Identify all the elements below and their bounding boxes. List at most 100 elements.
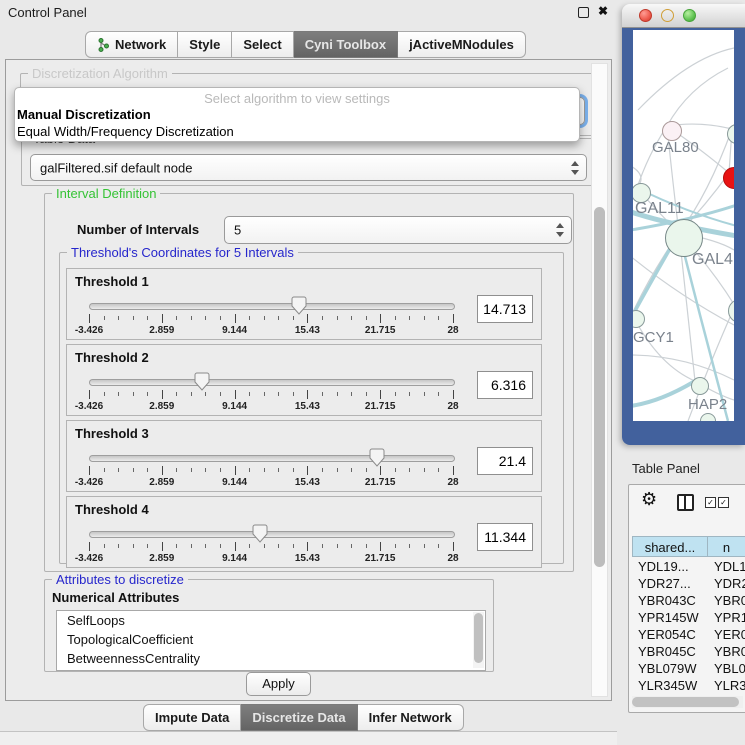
close-traffic-light-icon[interactable] bbox=[639, 9, 652, 22]
node-label-hap2: HAP2 bbox=[688, 396, 727, 413]
slider-ticks bbox=[89, 390, 453, 400]
tab-jactivemnodules-label: jActiveMNodules bbox=[409, 32, 514, 57]
control-panel-window: Control Panel ✖ Network Style Select bbox=[0, 0, 618, 732]
table-panel: ⚙ ✓ ✓ shared... n YDL19... YDL1 YDR27...Y… bbox=[628, 484, 745, 713]
tab-discretize-data[interactable]: Discretize Data bbox=[241, 704, 357, 731]
table-data-combobox[interactable]: galFiltered.sif default node bbox=[30, 154, 587, 181]
select-all-checkbox-icon[interactable]: ✓ bbox=[718, 497, 729, 508]
tab-impute-data-label: Impute Data bbox=[155, 705, 229, 730]
interval-definition-groupbox: Interval Definition Number of Intervals … bbox=[44, 193, 574, 572]
node-label-gal4: GAL4 bbox=[692, 251, 733, 269]
cell-name: YBR0 bbox=[714, 644, 745, 659]
table-rows: YDL19...YDL1 YDR27...YDR2 YBR043CYBR0 YP… bbox=[632, 559, 745, 705]
column-header-shared[interactable]: shared... bbox=[632, 536, 708, 557]
tab-discretize-data-label: Discretize Data bbox=[252, 705, 345, 730]
table-row[interactable]: YER054CYER0 bbox=[632, 627, 745, 644]
tab-jactivemnodules[interactable]: jActiveMNodules bbox=[398, 31, 526, 58]
attributes-groupbox: Attributes to discretize Numerical Attri… bbox=[44, 579, 494, 672]
cell-shared: YBR043C bbox=[638, 593, 696, 608]
threshold-3-slider[interactable]: -3.4262.8599.14415.4321.71528 bbox=[89, 449, 453, 489]
number-of-intervals-combobox[interactable]: 5 bbox=[224, 216, 572, 244]
attribute-item-topologicalcoefficient[interactable]: TopologicalCoefficient bbox=[57, 630, 485, 649]
slider-track[interactable] bbox=[89, 455, 455, 462]
threshold-1-slider[interactable]: -3.4262.8599.14415.4321.71528 bbox=[89, 297, 453, 337]
tab-network[interactable]: Network bbox=[85, 31, 178, 58]
table-row[interactable]: YDL19... YDL1 bbox=[632, 559, 745, 576]
algorithm-dropdown-popup: Select algorithm to view settings Manual… bbox=[14, 87, 580, 142]
control-panel-titlebar: Control Panel ✖ bbox=[0, 0, 617, 24]
combo-arrows-icon bbox=[556, 223, 565, 237]
cell-name: YPR1 bbox=[714, 610, 745, 625]
network-canvas[interactable]: GAL80 GA C GAL11 GAL4 GCY1 H HAP2 bbox=[633, 30, 734, 421]
table-row[interactable]: YBL079WYBL0 bbox=[632, 661, 745, 678]
threshold-4-value-input[interactable] bbox=[477, 523, 533, 551]
slider-tick-labels: -3.4262.8599.14415.4321.71528 bbox=[89, 325, 453, 337]
scrollbar-thumb[interactable] bbox=[594, 207, 605, 567]
threshold-1-label: Threshold 1 bbox=[75, 274, 149, 289]
tab-cyni-toolbox[interactable]: Cyni Toolbox bbox=[294, 31, 398, 58]
thresholds-groupbox: Threshold's Coordinates for 5 Intervals … bbox=[59, 252, 564, 564]
float-window-icon[interactable] bbox=[578, 7, 589, 18]
threshold-3-panel: Threshold 3 -3.4262.8599.14415.4321.7152… bbox=[66, 420, 542, 492]
table-row[interactable]: YBR045CYBR0 bbox=[632, 644, 745, 661]
threshold-2-slider[interactable]: -3.4262.8599.14415.4321.71528 bbox=[89, 373, 453, 413]
table-row[interactable]: YBR043CYBR0 bbox=[632, 593, 745, 610]
table-horizontal-scrollbar[interactable] bbox=[632, 696, 743, 708]
table-row[interactable]: YDR27...YDR2 bbox=[632, 576, 745, 593]
numerical-attributes-heading: Numerical Attributes bbox=[52, 590, 179, 605]
attribute-item-selfloops[interactable]: SelfLoops bbox=[57, 611, 485, 630]
cell-shared: YBL079W bbox=[638, 661, 697, 676]
slider-thumb[interactable] bbox=[252, 524, 268, 543]
algorithm-option-equal-width[interactable]: Equal Width/Frequency Discretization bbox=[15, 123, 579, 140]
attributes-list-scrollbar[interactable] bbox=[473, 612, 484, 668]
slider-thumb[interactable] bbox=[291, 296, 307, 315]
network-node-gal80[interactable] bbox=[662, 121, 682, 141]
cell-name: YDL1 bbox=[714, 559, 745, 574]
table-settings-gear-icon[interactable]: ⚙ bbox=[641, 489, 657, 510]
slider-ticks bbox=[89, 542, 453, 552]
select-columns-checkbox-icon[interactable]: ✓ bbox=[705, 497, 716, 508]
cell-shared: YPR145W bbox=[638, 610, 699, 625]
apply-button[interactable]: Apply bbox=[246, 672, 311, 696]
tab-impute-data[interactable]: Impute Data bbox=[143, 704, 241, 731]
column-header-name[interactable]: n bbox=[708, 536, 745, 557]
slider-ticks bbox=[89, 314, 453, 324]
slider-thumb[interactable] bbox=[369, 448, 385, 467]
table-panel-title: Table Panel bbox=[632, 461, 700, 476]
scrollbar-thumb[interactable] bbox=[632, 697, 739, 707]
threshold-4-label: Threshold 4 bbox=[75, 502, 149, 517]
threshold-2-value-input[interactable] bbox=[477, 371, 533, 399]
close-icon[interactable]: ✖ bbox=[598, 4, 608, 18]
slider-track[interactable] bbox=[89, 531, 455, 538]
network-node-hap2[interactable] bbox=[691, 377, 709, 395]
network-window-titlebar[interactable] bbox=[622, 4, 745, 28]
slider-thumb[interactable] bbox=[194, 372, 210, 391]
threshold-3-value-input[interactable] bbox=[477, 447, 533, 475]
control-panel-tabs: Network Style Select Cyni Toolbox jActiv… bbox=[85, 31, 526, 58]
slider-track[interactable] bbox=[89, 379, 455, 386]
table-row[interactable]: YPR145W YPR1 bbox=[632, 610, 745, 627]
column-layout-icon[interactable] bbox=[677, 494, 694, 511]
tab-style[interactable]: Style bbox=[178, 31, 232, 58]
slider-tick-labels: -3.4262.8599.14415.4321.71528 bbox=[89, 401, 453, 413]
algorithm-prompt: Select algorithm to view settings bbox=[15, 91, 579, 106]
cell-shared: YDL19... bbox=[638, 559, 689, 574]
numerical-attributes-list[interactable]: SelfLoops TopologicalCoefficient Between… bbox=[56, 610, 486, 671]
panel-vertical-scrollbar[interactable] bbox=[591, 63, 608, 697]
network-desktop: GAL80 GA C GAL11 GAL4 GCY1 H HAP2 bbox=[622, 28, 745, 445]
slider-track[interactable] bbox=[89, 303, 455, 310]
cell-name: YLR3 bbox=[714, 678, 745, 693]
threshold-4-slider[interactable]: -3.4262.8599.14415.4321.71528 bbox=[89, 525, 453, 565]
tab-infer-network[interactable]: Infer Network bbox=[358, 704, 464, 731]
table-data-combobox-value: galFiltered.sif default node bbox=[40, 160, 192, 175]
table-row[interactable]: YLR345WYLR3 bbox=[632, 678, 745, 695]
network-icon bbox=[97, 38, 110, 52]
number-of-intervals-label: Number of Intervals bbox=[77, 222, 199, 237]
tab-select[interactable]: Select bbox=[232, 31, 293, 58]
zoom-traffic-light-icon[interactable] bbox=[683, 9, 696, 22]
screen: Control Panel ✖ Network Style Select bbox=[0, 0, 745, 745]
algorithm-option-manual[interactable]: Manual Discretization bbox=[15, 106, 579, 123]
threshold-1-value-input[interactable] bbox=[477, 295, 533, 323]
minimize-traffic-light-icon[interactable] bbox=[661, 9, 674, 22]
attribute-item-betweennesscentrality[interactable]: BetweennessCentrality bbox=[57, 649, 485, 668]
